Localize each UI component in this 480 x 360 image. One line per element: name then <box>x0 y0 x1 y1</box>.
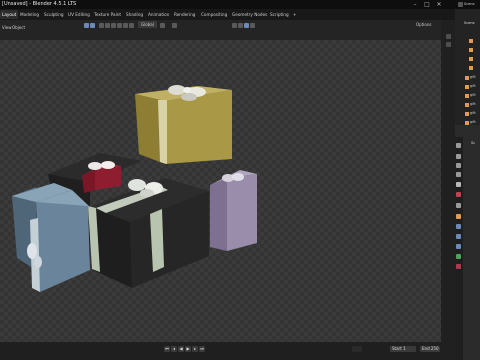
outliner-item[interactable]: gift <box>470 84 476 89</box>
title-bar: [Unsaved] - Blender 4.5.1 LTS – □ ✕ <box>0 0 480 9</box>
overlay-icon[interactable] <box>238 23 243 28</box>
proportional-edit-icon[interactable] <box>172 23 177 28</box>
transform-orientation-dropdown[interactable]: Global <box>138 21 157 28</box>
properties-scene-label: Sc <box>471 141 476 145</box>
filter-icon[interactable] <box>250 23 255 28</box>
outliner-item[interactable]: gift <box>470 102 476 107</box>
scene-selector-label[interactable]: Scene <box>464 2 475 7</box>
view-menu[interactable]: View <box>2 23 12 33</box>
tool-tab-icon[interactable] <box>456 143 461 148</box>
outliner-panel: Scene gift gift gift gift gift gift <box>455 9 480 125</box>
viewport-header-row-1: Global Options <box>0 20 441 30</box>
start-frame-value: 1 <box>403 346 406 351</box>
selection-icon[interactable] <box>244 23 249 28</box>
tab-shading[interactable]: Shading <box>124 10 145 19</box>
gold-gift-front-face <box>165 90 232 164</box>
physics-tab-icon[interactable] <box>456 244 461 249</box>
minimize-button[interactable]: – <box>410 0 420 9</box>
3d-viewport[interactable] <box>0 40 441 342</box>
annotate-icon[interactable] <box>123 23 128 28</box>
properties-tabs <box>455 137 463 360</box>
rotate-gizmo-icon[interactable] <box>105 23 110 28</box>
play-reverse-icon[interactable]: ◀ <box>178 346 184 352</box>
play-icon[interactable]: ▶ <box>185 346 191 352</box>
next-keyframe-icon[interactable]: ▸ <box>192 346 198 352</box>
tab-geometry-nodes[interactable]: Geometry Nodes <box>230 10 269 19</box>
maximize-button[interactable]: □ <box>422 0 432 9</box>
snap-icon[interactable] <box>160 23 165 28</box>
object-icon <box>465 112 469 116</box>
end-frame-value: 250 <box>430 346 439 351</box>
move-gizmo-icon[interactable] <box>99 23 104 28</box>
scene-tab-icon[interactable] <box>456 182 461 187</box>
hand-icon[interactable] <box>446 34 451 39</box>
object-tab-icon[interactable] <box>456 214 461 219</box>
window-title: [Unsaved] - Blender 4.5.1 LTS <box>2 1 77 7</box>
timeline-bar: ⏮ ◂ ◀ ▶ ▸ ⏭ Start 1 End 250 <box>0 342 441 360</box>
visibility-icon[interactable] <box>232 23 237 28</box>
zoom-icon[interactable] <box>446 42 451 47</box>
lavender-gift-front-face <box>227 174 257 251</box>
measure-icon[interactable] <box>129 23 134 28</box>
tab-modeling[interactable]: Modeling <box>18 10 41 19</box>
render-tab-icon[interactable] <box>456 154 461 159</box>
transform-orientation-icon <box>84 23 89 28</box>
object-icon <box>469 48 473 52</box>
end-frame-field[interactable]: End 250 <box>420 346 440 352</box>
tab-sculpting[interactable]: Sculpting <box>42 10 66 19</box>
close-button[interactable]: ✕ <box>434 0 444 9</box>
blue-gift-front-face <box>36 202 90 292</box>
red-gift-front-face <box>95 166 121 190</box>
outliner-item[interactable]: gift <box>470 93 476 98</box>
world-tab-icon[interactable] <box>456 192 461 197</box>
scene-render <box>12 85 257 292</box>
options-dropdown[interactable]: Options <box>416 20 431 30</box>
tab-rendering[interactable]: Rendering <box>172 10 197 19</box>
tab-texture-paint[interactable]: Texture Paint <box>92 10 123 19</box>
prev-keyframe-icon[interactable]: ◂ <box>171 346 177 352</box>
outliner-item[interactable]: gift <box>470 75 476 80</box>
particles-tab-icon[interactable] <box>456 234 461 239</box>
workspace-tabs: Layout Modeling Sculpting UV Editing Tex… <box>0 9 455 20</box>
tab-animation[interactable]: Animation <box>146 10 171 19</box>
outliner-scene-collection[interactable]: Scene <box>464 21 475 26</box>
transform-gizmo-icon[interactable] <box>117 23 122 28</box>
jump-start-icon[interactable]: ⏮ <box>164 346 170 352</box>
right-title-area: Scene <box>455 0 480 9</box>
material-tab-icon[interactable] <box>456 264 461 269</box>
object-menu[interactable]: Object <box>12 23 25 33</box>
object-icon <box>469 39 473 43</box>
frame-current-field[interactable] <box>352 346 362 352</box>
scale-gizmo-icon[interactable] <box>111 23 116 28</box>
object-icon <box>465 85 469 89</box>
tab-compositing[interactable]: Compositing <box>199 10 229 19</box>
object-icon <box>465 94 469 98</box>
tab-uv-editing[interactable]: UV Editing <box>66 10 92 19</box>
outliner-item[interactable]: gift <box>470 111 476 116</box>
scene-selector-icon[interactable] <box>458 2 463 7</box>
viewport-header-row-2: View Object <box>0 25 441 40</box>
pivot-icon <box>90 23 95 28</box>
tab-scripting[interactable]: Scripting <box>268 10 291 19</box>
jump-end-icon[interactable]: ⏭ <box>199 346 205 352</box>
object-icon <box>469 57 473 61</box>
object-icon <box>469 66 473 70</box>
output-tab-icon[interactable] <box>456 163 461 168</box>
view-layer-tab-icon[interactable] <box>456 172 461 177</box>
start-frame-field[interactable]: Start 1 <box>390 346 416 352</box>
modifier-tab-icon[interactable] <box>456 224 461 229</box>
end-frame-label: End <box>422 346 430 351</box>
collection-tab-icon[interactable] <box>456 203 461 208</box>
data-tab-icon[interactable] <box>456 254 461 259</box>
add-workspace-button[interactable]: + <box>291 10 299 19</box>
tab-layout[interactable]: Layout <box>0 10 19 19</box>
lavender-gift-left-face <box>210 178 227 251</box>
object-icon <box>465 76 469 80</box>
viewport-toolbar-column <box>441 20 455 360</box>
object-icon <box>465 103 469 107</box>
start-frame-label: Start <box>392 346 402 351</box>
